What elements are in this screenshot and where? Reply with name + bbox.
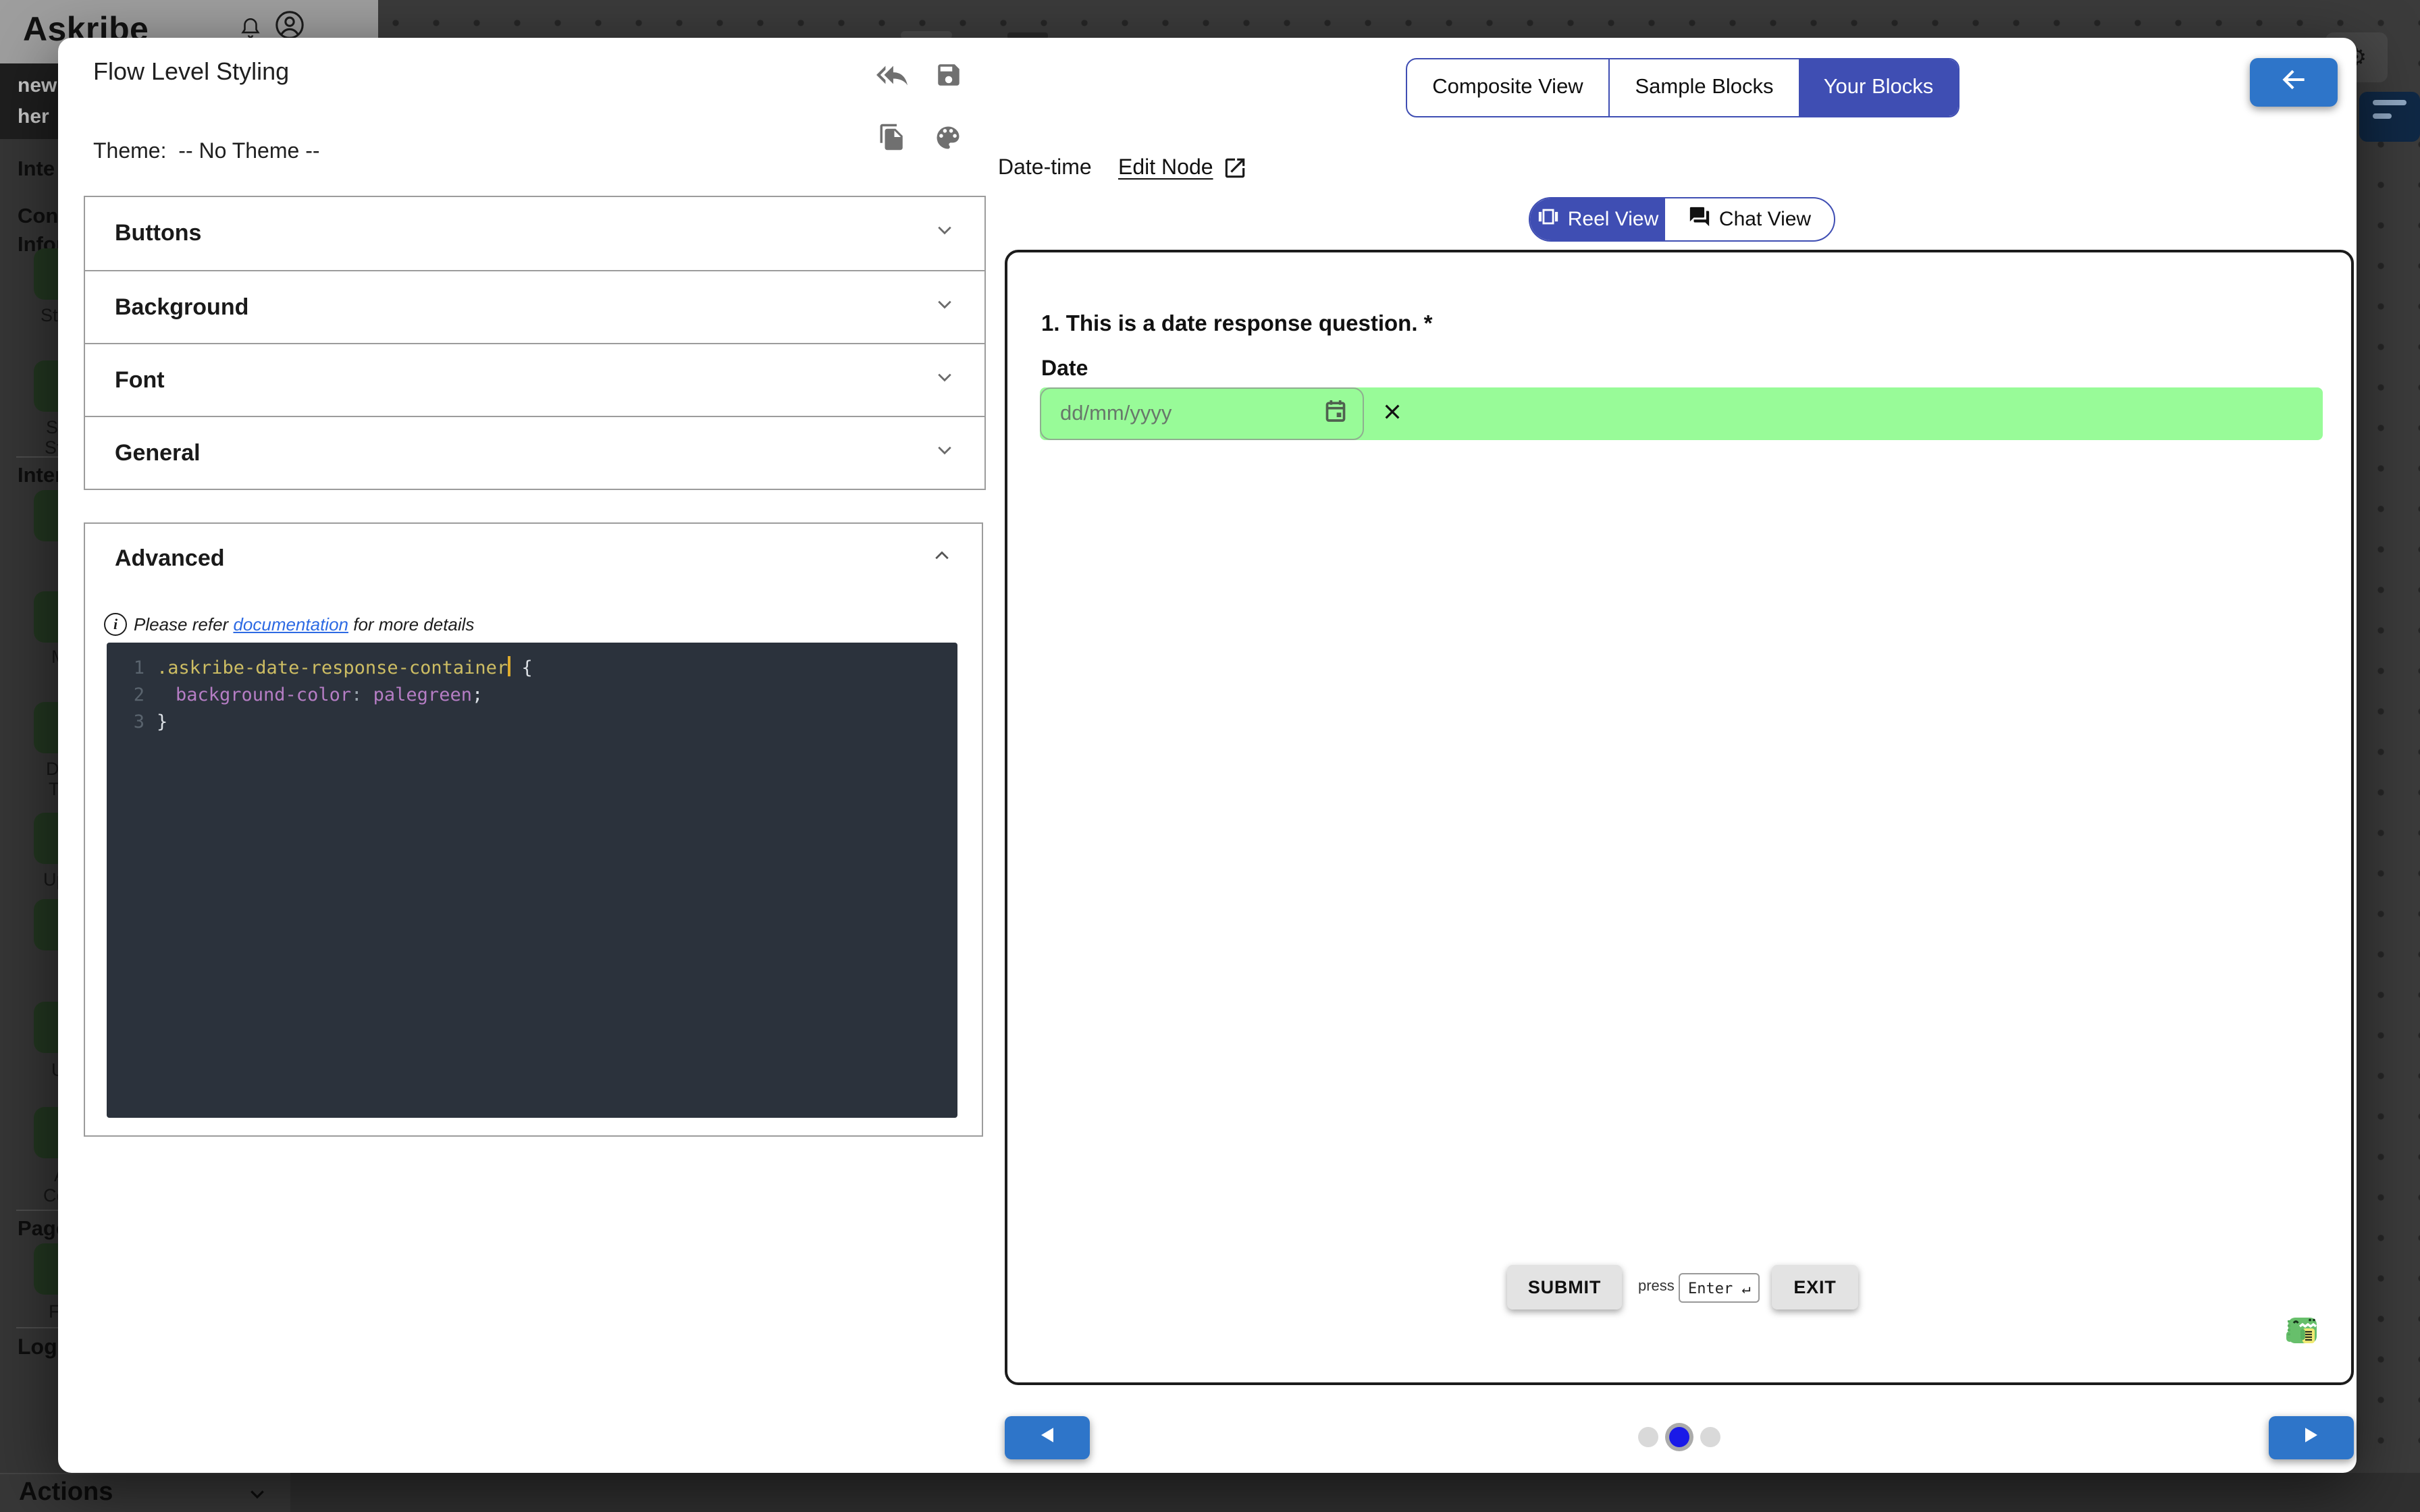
next-block-button[interactable] [2269,1416,2354,1459]
prev-block-button[interactable] [1005,1416,1090,1459]
press-hint: press [1638,1278,1675,1295]
submit-button[interactable]: SUBMIT [1507,1265,1622,1310]
tab-your-blocks[interactable]: Your Blocks [1799,59,1958,116]
chevron-down-icon [935,439,955,466]
enter-key-hint: Enter ↵ [1679,1273,1760,1303]
chevron-down-icon [935,220,955,247]
flow-level-styling-dialog: Flow Level Styling Theme: -- No Theme -- [58,38,2357,1473]
clear-date-button[interactable] [1375,397,1410,432]
tab-composite-view[interactable]: Composite View [1407,59,1608,116]
block-preview-panel: 1. This is a date response question. * D… [1005,250,2354,1385]
view-mode-toggle: Reel View Chat View [1529,197,1835,242]
actions-bar[interactable]: Actions [0,1473,290,1512]
calendar-icon[interactable] [1322,397,1349,431]
exit-button[interactable]: EXIT [1772,1265,1858,1310]
accordion-label: Buttons [115,220,201,247]
css-value: palegreen [373,684,472,706]
reel-view-toggle[interactable]: Reel View [1530,198,1665,240]
screen: Askribe new her Inte Conv Infor State Se… [0,0,2420,1512]
palette-section-heading: Inter [18,464,63,489]
save-button[interactable] [930,61,966,96]
palette-section-heading: Log [18,1336,57,1361]
info-icon: i [104,613,127,636]
date-input[interactable]: dd/mm/yyyy [1040,387,1364,440]
theme-row: Theme: -- No Theme -- [93,140,320,165]
accordion-label: General [115,439,201,466]
pagination-dot-2-active[interactable] [1669,1427,1689,1447]
chevron-up-icon [932,545,952,572]
theme-label: Theme: [93,140,167,163]
reel-view-icon [1537,205,1560,234]
accordion-advanced[interactable]: Advanced [85,524,982,594]
chevron-down-icon [935,294,955,321]
edit-node-link[interactable]: Edit Node [1118,157,1213,181]
accordion-buttons[interactable]: Buttons [85,197,984,270]
palette-button[interactable] [930,123,966,158]
copy-icon [877,123,905,158]
nav-fragment: new [18,74,57,97]
back-button[interactable] [2250,58,2338,107]
code-line: 3 } [107,709,957,736]
css-property: background-color [176,684,351,706]
blocks-view-tabs: Composite View Sample Blocks Your Blocks [1406,58,1959,117]
advanced-note: i Please refer documentation for more de… [104,613,474,636]
accordion-general[interactable]: General [85,416,984,489]
pagination-dot-3[interactable] [1700,1427,1720,1447]
accordion-font[interactable]: Font [85,343,984,416]
node-type-label: Date-time [998,157,1092,181]
actions-label: Actions [19,1478,113,1508]
note-text: Please refer documentation for more deta… [134,614,474,634]
question-text: 1. This is a date response question. * [1041,312,1433,338]
text-cursor [508,656,510,676]
dialog-title: Flow Level Styling [93,58,289,86]
accordion-background[interactable]: Background [85,270,984,343]
pagination-dot-1[interactable] [1638,1427,1658,1447]
chevron-down-icon [247,1484,267,1511]
date-placeholder: dd/mm/yyyy [1060,402,1322,426]
chat-view-toggle[interactable]: Chat View [1665,198,1834,240]
nav-fragment: her [18,105,49,128]
css-code-editor[interactable]: 1 .askribe-date-response-container { 2 b… [107,643,957,1118]
documentation-link[interactable]: documentation [233,614,348,634]
undo-all-icon [876,59,907,97]
chat-view-icon [1688,205,1711,234]
theme-value: -- No Theme -- [178,140,319,163]
x-mark-icon [1382,400,1403,429]
accordion-label: Background [115,294,248,321]
palette-icon [933,122,963,159]
code-line: 2 background-color: palegreen; [107,682,957,709]
mascot-crocodile-icon [2285,1311,2325,1358]
save-icon [934,61,962,96]
accordion-label: Advanced [115,545,225,572]
chevron-down-icon [935,367,955,394]
copy-theme-button[interactable] [874,123,909,158]
css-selector: .askribe-date-response-container [157,657,508,679]
canvas-list-node[interactable] [2359,92,2420,142]
code-line: 1 .askribe-date-response-container { [107,655,957,682]
open-in-new-icon[interactable] [1222,155,1248,188]
triangle-left-icon [1041,1426,1053,1450]
triangle-right-icon [2305,1426,2317,1450]
undo-all-button[interactable] [874,61,909,96]
date-field-label: Date [1041,358,1088,382]
arrow-left-icon [2276,64,2311,101]
style-accordion-group: Buttons Background Font General [84,196,986,490]
tab-sample-blocks[interactable]: Sample Blocks [1608,59,1799,116]
date-response-container: dd/mm/yyyy [1040,387,2323,440]
palette-section-heading: Inte [18,158,55,182]
canvas-bottom-strip [290,1473,2420,1512]
accordion-label: Font [115,367,165,394]
